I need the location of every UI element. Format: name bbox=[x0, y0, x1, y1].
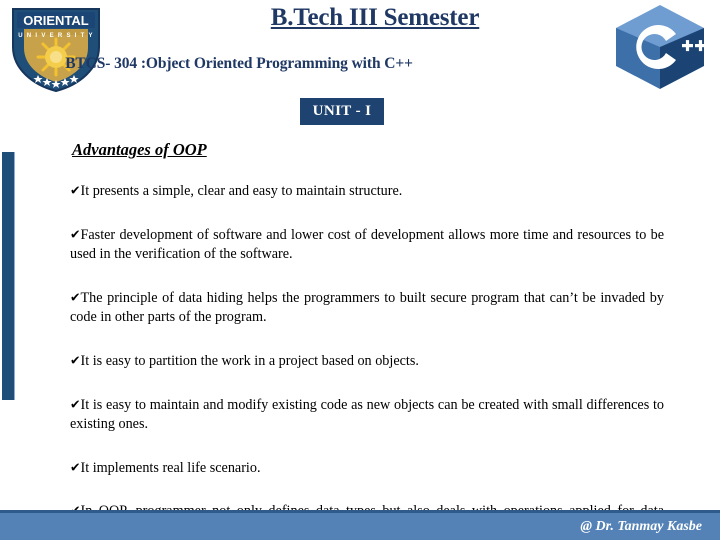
unit-badge: UNIT - I bbox=[300, 98, 384, 125]
checkmark-icon: ✔ bbox=[70, 289, 81, 305]
course-code-title: BTCS- 304 :Object Oriented Programming w… bbox=[65, 55, 413, 72]
list-item-text: It implements real life scenario. bbox=[80, 459, 261, 476]
cpp-hexagon-icon bbox=[616, 5, 706, 89]
checkmark-icon: ✔ bbox=[70, 459, 81, 475]
list-item-text: It is easy to partition the work in a pr… bbox=[80, 352, 419, 369]
slide-header: ORIENTAL U N I V E R S I T Y B.Tech III … bbox=[0, 0, 720, 95]
list-item: ✔Faster development of software and lowe… bbox=[70, 226, 664, 265]
list-item-text: It presents a simple, clear and easy to … bbox=[80, 183, 403, 199]
university-logo: ORIENTAL U N I V E R S I T Y bbox=[7, 3, 105, 95]
list-item: ✔It is easy to maintain and modify exist… bbox=[70, 396, 664, 435]
checkmark-icon: ✔ bbox=[70, 226, 81, 242]
list-item-text: Faster development of software and lower… bbox=[70, 226, 664, 263]
section-heading: Advantages of OOP bbox=[72, 140, 207, 159]
content-area: Advantages of OOP ✔It presents a simple,… bbox=[70, 140, 664, 542]
list-item: ✔It is easy to partition the work in a p… bbox=[70, 352, 664, 372]
list-item-text: The principle of data hiding helps the p… bbox=[70, 289, 664, 326]
list-item-text: It is easy to maintain and modify existi… bbox=[70, 396, 664, 433]
list-item: ✔It presents a simple, clear and easy to… bbox=[70, 182, 664, 202]
list-item: ✔The principle of data hiding helps the … bbox=[70, 289, 664, 328]
footer-credit: @ Dr. Tanmay Kasbe bbox=[580, 519, 702, 534]
course-level-title: B.Tech III Semester bbox=[270, 4, 480, 31]
footer-bar: @ Dr. Tanmay Kasbe bbox=[0, 510, 720, 540]
checkmark-icon: ✔ bbox=[70, 182, 81, 198]
checkmark-icon: ✔ bbox=[70, 352, 81, 368]
checkmark-icon: ✔ bbox=[70, 396, 81, 412]
title-block: B.Tech III Semester bbox=[140, 4, 610, 32]
university-shield-icon: ORIENTAL U N I V E R S I T Y bbox=[12, 8, 100, 93]
list-item: ✔It implements real life scenario. bbox=[70, 459, 664, 479]
cpp-logo bbox=[606, 1, 714, 93]
left-accent-bar bbox=[2, 152, 15, 400]
university-logo-name: ORIENTAL bbox=[23, 13, 89, 28]
